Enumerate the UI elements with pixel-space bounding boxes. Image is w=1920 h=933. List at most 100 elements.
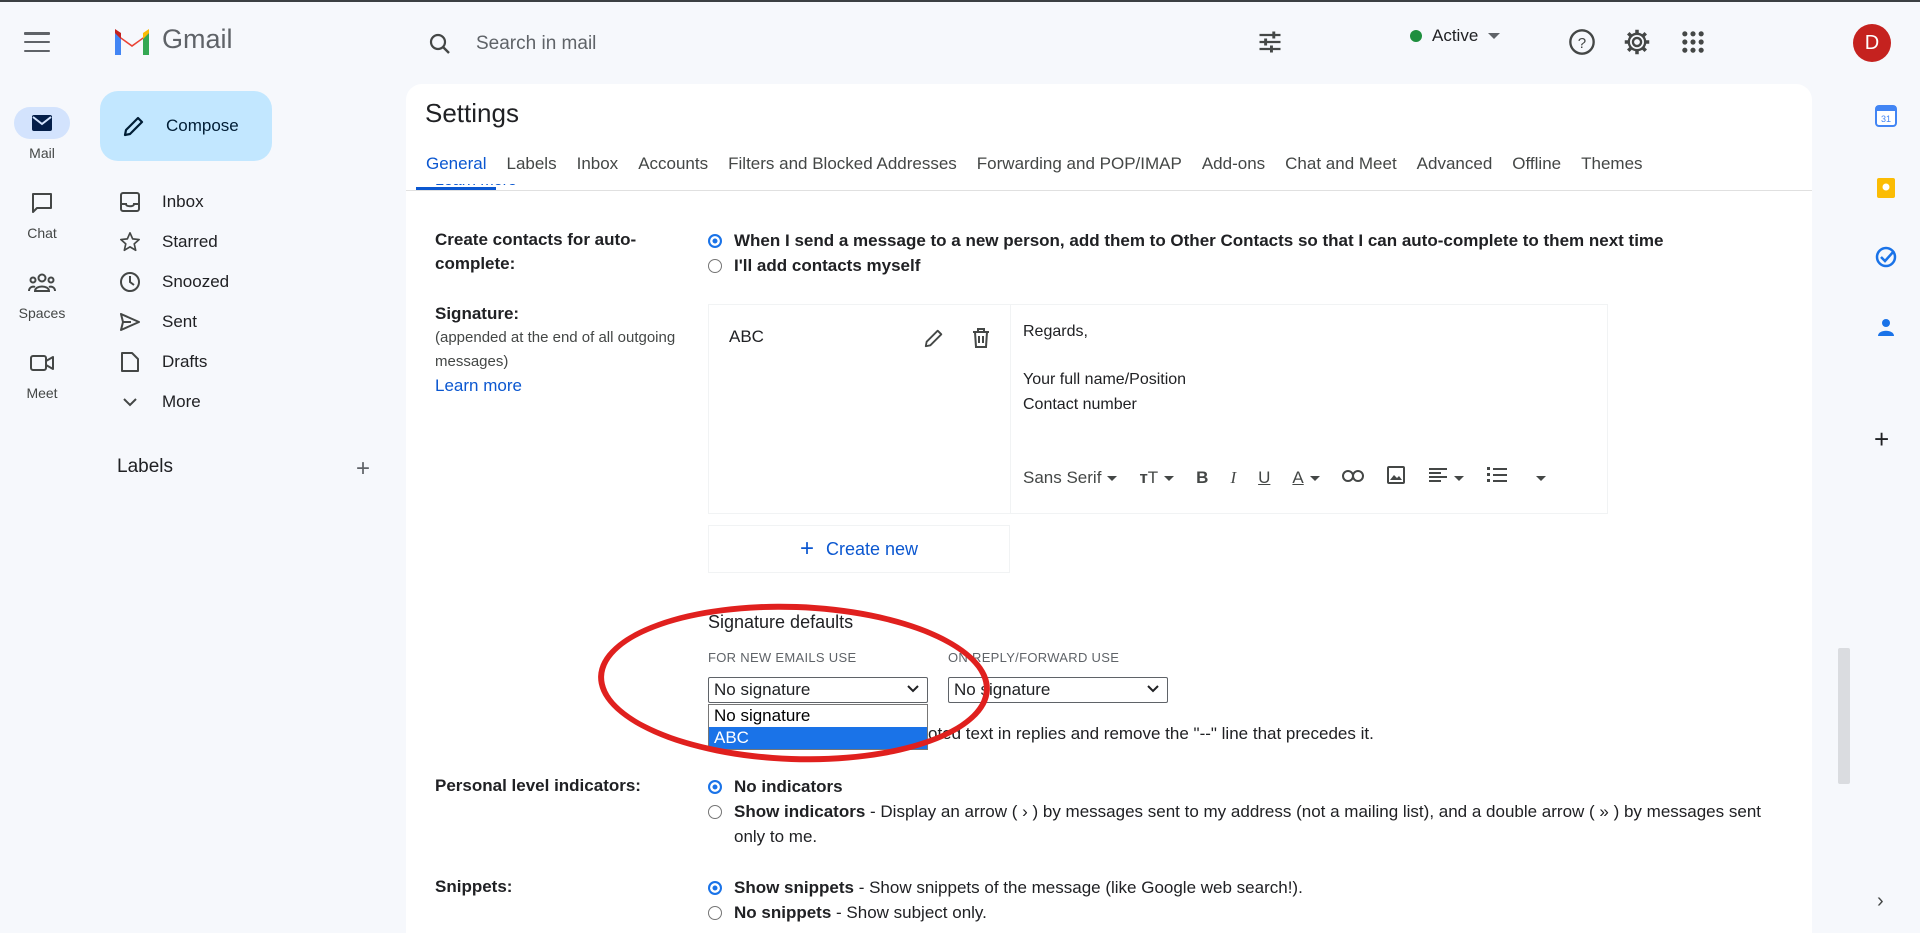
labels-header: Labels <box>117 456 173 477</box>
spaces-icon <box>14 267 70 299</box>
contacts-option-auto[interactable]: When I send a message to a new person, a… <box>708 228 1664 253</box>
star-icon <box>118 231 142 253</box>
font-family-select[interactable]: Sans Serif <box>1023 467 1118 488</box>
status-dot-icon <box>1410 30 1422 42</box>
snippets-option-show-title: Show snippets <box>734 878 854 897</box>
snippets-option-show-desc: - Show snippets of the message (like Goo… <box>853 878 1303 897</box>
snippets-option-show[interactable]: Show snippets - Show snippets of the mes… <box>708 875 1303 900</box>
tab-addons[interactable]: Add-ons <box>1192 154 1275 190</box>
underline-icon[interactable]: U <box>1258 468 1270 488</box>
rail-item-meet[interactable]: Meet <box>0 347 84 401</box>
personal-option-show[interactable]: Show indicators - Display an arrow ( › )… <box>708 799 1768 849</box>
settings-gear-icon[interactable] <box>1623 28 1651 61</box>
rail-label-meet: Meet <box>26 385 58 401</box>
tab-offline[interactable]: Offline <box>1502 154 1571 190</box>
tab-themes[interactable]: Themes <box>1571 154 1652 190</box>
meet-video-icon <box>14 347 70 379</box>
contacts-icon[interactable] <box>1874 315 1898 344</box>
chevron-down-icon <box>907 685 919 693</box>
keep-icon[interactable] <box>1874 176 1898 205</box>
plus-icon: + <box>799 535 814 562</box>
tab-chat-meet[interactable]: Chat and Meet <box>1275 154 1407 190</box>
numbered-list-icon[interactable] <box>1486 466 1508 489</box>
nav-item-starred[interactable]: Starred <box>118 222 218 262</box>
signature-label: Signature: <box>435 304 520 323</box>
tab-filters[interactable]: Filters and Blocked Addresses <box>718 154 967 190</box>
tab-inbox[interactable]: Inbox <box>567 154 629 190</box>
gmail-logo[interactable]: Gmail <box>112 24 233 55</box>
main-menu-icon[interactable] <box>24 28 50 56</box>
search-input[interactable]: Search in mail <box>476 33 596 55</box>
radio-unselected[interactable] <box>708 906 722 920</box>
dropdown-option-abc[interactable]: ABC <box>709 727 927 749</box>
tasks-icon[interactable] <box>1874 245 1898 274</box>
tab-labels[interactable]: Labels <box>496 154 566 190</box>
signature-item-name[interactable]: ABC <box>729 327 764 347</box>
bold-icon[interactable]: B <box>1196 468 1208 488</box>
signature-body-line: Contact number <box>1023 396 1137 413</box>
add-addon-icon[interactable]: + <box>1874 426 1889 452</box>
edit-pencil-icon[interactable] <box>923 327 945 354</box>
add-label-icon[interactable]: + <box>356 457 370 481</box>
chevron-down-icon <box>1147 685 1159 693</box>
create-new-signature-button[interactable]: + Create new <box>708 525 1010 573</box>
personal-option-none[interactable]: No indicators <box>708 774 843 799</box>
scrollbar-thumb[interactable] <box>1838 648 1850 784</box>
quoted-text-option[interactable]: oted text in replies and remove the "--"… <box>928 724 1374 744</box>
account-avatar[interactable]: D <box>1853 24 1891 62</box>
radio-unselected[interactable] <box>708 259 722 273</box>
rail-item-mail[interactable]: Mail <box>0 107 84 161</box>
expand-panel-chevron-icon[interactable]: › <box>1877 890 1884 913</box>
signature-body-line: Your full name/Position <box>1023 371 1187 388</box>
contacts-option-manual[interactable]: I'll add contacts myself <box>708 253 920 278</box>
link-icon[interactable] <box>1341 468 1364 488</box>
font-family-label: Sans Serif <box>1023 467 1102 487</box>
chevron-down-icon <box>1488 33 1501 39</box>
nav-label-sent: Sent <box>162 312 197 331</box>
radio-unselected[interactable] <box>708 805 722 819</box>
nav-item-inbox[interactable]: Inbox <box>118 182 204 222</box>
rail-item-chat[interactable]: Chat <box>0 187 84 241</box>
text-color-icon[interactable]: A <box>1292 468 1320 488</box>
search-options-icon[interactable] <box>1256 28 1284 61</box>
nav-item-more[interactable]: More <box>118 382 201 422</box>
signature-body[interactable]: Regards, Your full name/Position Contact… <box>1023 319 1186 417</box>
tab-advanced[interactable]: Advanced <box>1407 154 1503 190</box>
nav-item-snoozed[interactable]: Snoozed <box>118 262 229 302</box>
calendar-icon[interactable]: 31 <box>1874 104 1898 133</box>
align-icon[interactable] <box>1428 467 1464 488</box>
clock-icon <box>118 271 142 293</box>
tab-general[interactable]: General <box>416 154 497 190</box>
apps-grid-icon[interactable] <box>1679 28 1707 61</box>
tab-forwarding[interactable]: Forwarding and POP/IMAP <box>967 154 1192 190</box>
insert-image-icon[interactable] <box>1386 465 1406 490</box>
more-formatting-icon[interactable] <box>1530 468 1546 488</box>
help-icon[interactable]: ? <box>1568 28 1596 61</box>
radio-selected[interactable] <box>708 234 722 248</box>
signature-editor: ABC Regards, Your full name/Position Con… <box>708 304 1608 514</box>
reply-forward-signature-select[interactable]: No signature <box>948 677 1168 703</box>
search-bar[interactable]: Search in mail <box>420 20 1280 68</box>
compose-button[interactable]: Compose <box>100 91 272 161</box>
italic-icon[interactable]: I <box>1230 468 1236 488</box>
new-emails-signature-select[interactable]: No signature <box>708 677 928 703</box>
dropdown-option-no-signature[interactable]: No signature <box>709 705 927 727</box>
nav-item-drafts[interactable]: Drafts <box>118 342 207 382</box>
signature-learn-more-link[interactable]: Learn more <box>435 374 695 398</box>
svg-text:?: ? <box>1578 35 1586 52</box>
delete-trash-icon[interactable] <box>971 327 991 354</box>
contacts-option-auto-text: When I send a message to a new person, a… <box>734 231 1664 250</box>
snippets-option-none[interactable]: No snippets - Show subject only. <box>708 900 987 925</box>
radio-selected[interactable] <box>708 881 722 895</box>
rail-item-spaces[interactable]: Spaces <box>0 267 84 321</box>
status-selector[interactable]: Active <box>1410 26 1501 46</box>
nav-item-sent[interactable]: Sent <box>118 302 197 342</box>
create-new-label: Create new <box>825 538 919 559</box>
tab-accounts[interactable]: Accounts <box>628 154 718 190</box>
send-icon <box>118 312 142 332</box>
search-icon[interactable] <box>420 32 460 56</box>
font-size-icon[interactable]: тT <box>1139 468 1175 488</box>
chevron-down-icon <box>118 397 142 407</box>
radio-selected[interactable] <box>708 780 722 794</box>
app-name: Gmail <box>162 24 233 54</box>
